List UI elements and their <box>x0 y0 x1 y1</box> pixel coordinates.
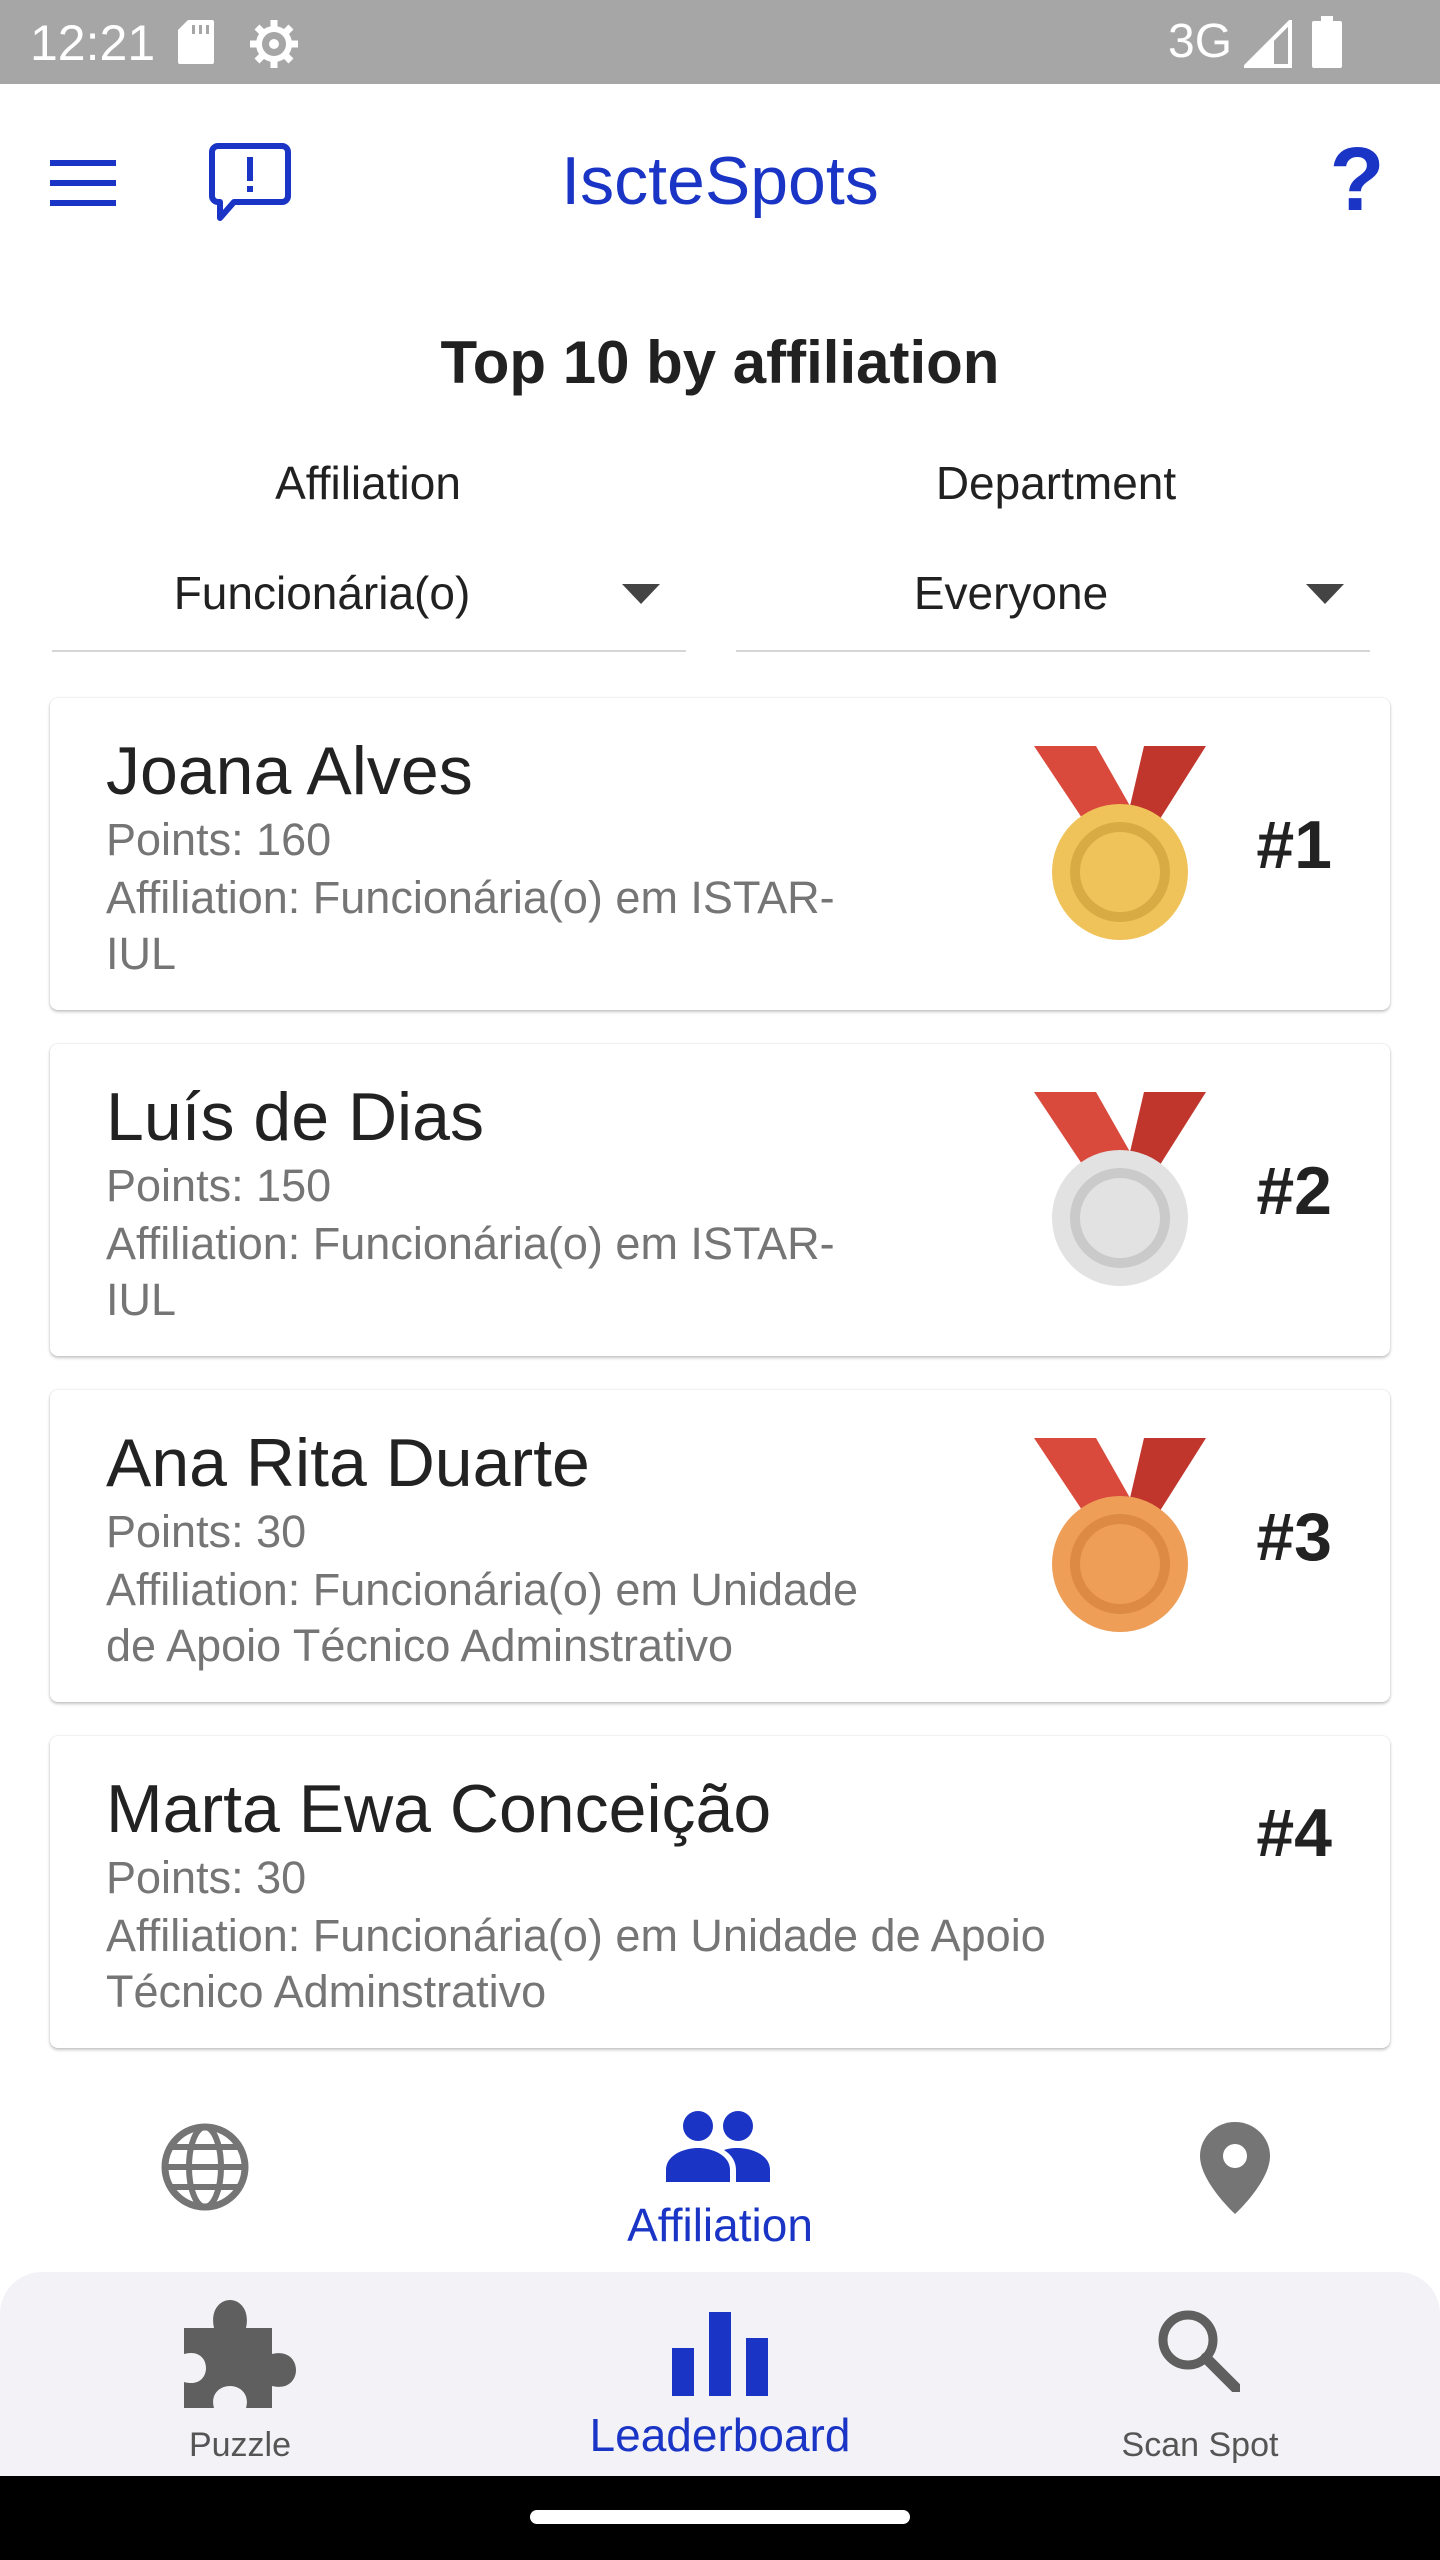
leaderboard-title: Top 10 by affiliation <box>440 329 1000 396</box>
affiliation-dropdown-value: Funcionária(o) <box>173 567 471 619</box>
svg-text:?: ? <box>1330 136 1384 222</box>
user-name: Luís de Dias <box>106 1079 484 1155</box>
user-points: Points: 150 <box>106 1160 332 1211</box>
user-name: Joana Alves <box>106 733 473 809</box>
rank-label: #3 <box>1256 1499 1332 1575</box>
affiliation-line: Affiliation: Funcionária(o) em ISTAR- <box>106 1218 835 1269</box>
app-title: IscteSpots <box>561 143 879 219</box>
affiliation-line: Affiliation: Funcionária(o) em Unidade d… <box>106 1910 1046 1961</box>
user-name: Ana Rita Duarte <box>106 1425 590 1501</box>
location-pin-icon[interactable] <box>1200 2122 1270 2214</box>
people-icon[interactable] <box>666 2110 770 2182</box>
rank-label: #4 <box>1256 1795 1332 1871</box>
affiliation-line: de Apoio Técnico Adminstrativo <box>106 1620 734 1671</box>
silver-medal-icon <box>1034 1092 1206 1286</box>
affiliation-line: Affiliation: Funcionária(o) em Unidade <box>106 1564 859 1615</box>
user-affiliation: Affiliation: Funcionária(o) em Unidade d… <box>106 1562 858 1674</box>
status-time: 12:21 <box>30 15 156 71</box>
leaderboard-card[interactable]: Joana Alves Points: 160 Affiliation: Fun… <box>50 698 1390 1010</box>
user-name: Marta Ewa Conceição <box>106 1771 772 1847</box>
puzzle-icon[interactable] <box>184 2300 296 2408</box>
sd-card-icon <box>178 20 214 64</box>
user-affiliation: Affiliation: Funcionária(o) em ISTAR- IU… <box>106 870 835 982</box>
user-points: Points: 160 <box>106 814 332 865</box>
leaderboard-card[interactable]: Ana Rita Duarte Points: 30 Affiliation: … <box>50 1390 1390 1702</box>
affiliation-line: Affiliation: Funcionária(o) em ISTAR- <box>106 872 835 923</box>
home-gesture-handle[interactable] <box>530 2510 910 2524</box>
department-dropdown[interactable]: Everyone <box>736 548 1370 652</box>
affiliation-line: IUL <box>106 928 177 979</box>
caret-down-icon <box>622 584 660 604</box>
settings-gear-icon <box>250 20 298 68</box>
bar-chart-icon[interactable] <box>672 2312 768 2396</box>
leaderboard-type-nav: Affiliation <box>0 2080 1440 2280</box>
user-points: Points: 30 <box>106 1852 307 1903</box>
network-type-label: 3G <box>1168 15 1233 68</box>
leaderboard-card[interactable]: Luís de Dias Points: 150 Affiliation: Fu… <box>50 1044 1390 1356</box>
app-bar: IscteSpots ? <box>0 84 1440 280</box>
globe-icon[interactable] <box>160 2122 250 2212</box>
help-icon[interactable]: ? <box>1330 136 1384 222</box>
leaderboard-card[interactable]: Marta Ewa Conceição Points: 30 Affiliati… <box>50 1736 1390 2048</box>
user-affiliation: Affiliation: Funcionária(o) em Unidade d… <box>106 1908 1046 2020</box>
rank-label: #2 <box>1256 1153 1332 1229</box>
affiliation-filter-label: Affiliation <box>275 457 461 509</box>
nav-leaderboard-label[interactable]: Leaderboard <box>520 2408 920 2462</box>
affiliation-line: Técnico Adminstrativo <box>106 1966 547 2017</box>
battery-icon <box>1312 16 1342 68</box>
affiliation-dropdown[interactable]: Funcionária(o) <box>52 548 686 652</box>
signal-strength-icon <box>1244 20 1292 68</box>
subnav-affiliation-label[interactable]: Affiliation <box>520 2198 920 2252</box>
gold-medal-icon <box>1034 746 1206 940</box>
status-bar: 12:21 3G <box>0 0 1440 84</box>
affiliation-line: IUL <box>106 1274 177 1325</box>
bottom-navigation: Puzzle Leaderboard Scan Spot <box>0 2272 1440 2476</box>
caret-down-icon <box>1306 584 1344 604</box>
system-navigation-bar <box>0 2476 1440 2560</box>
user-affiliation: Affiliation: Funcionária(o) em ISTAR- IU… <box>106 1216 835 1328</box>
nav-scan-spot-label[interactable]: Scan Spot <box>1080 2426 1320 2465</box>
department-filter-label: Department <box>935 457 1177 509</box>
bronze-medal-icon <box>1034 1438 1206 1632</box>
user-points: Points: 30 <box>106 1506 307 1557</box>
department-dropdown-value: Everyone <box>913 567 1109 619</box>
nav-puzzle-label[interactable]: Puzzle <box>140 2426 340 2465</box>
search-icon[interactable] <box>1156 2308 1240 2392</box>
rank-label: #1 <box>1256 807 1332 883</box>
